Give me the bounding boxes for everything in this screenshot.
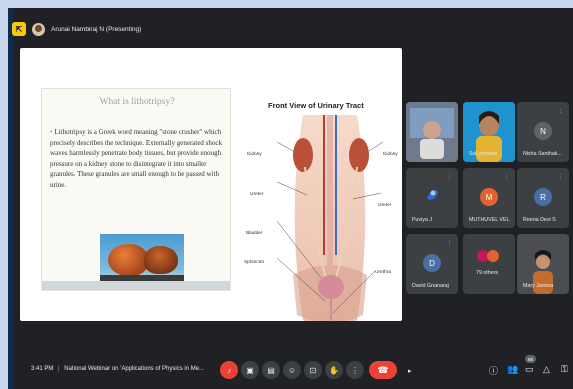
urinary-tract-diagram <box>276 115 384 321</box>
participant-count-badge: 88 <box>525 355 536 363</box>
present-button[interactable]: ⊡ <box>304 361 322 379</box>
cursor-icon: ▸ <box>408 368 412 375</box>
avatar: R <box>534 188 552 206</box>
participant-name: Ssk physics <box>469 151 497 157</box>
rock-image <box>100 234 184 284</box>
presenter-bar: ⇱ Arunai Nambiraj N (Presenting) <box>12 20 141 38</box>
diagram-title: Front View of Urinary Tract <box>268 101 364 110</box>
more-options-button[interactable]: ⋮ <box>346 361 364 379</box>
others-tile[interactable]: 79 others <box>463 234 515 294</box>
mic-off-icon: ⋮ <box>558 108 563 114</box>
label-kidney-left: Kidney <box>247 152 262 157</box>
participant-name: Mary Jamina <box>523 283 554 289</box>
participant-tile[interactable]: Mary Jamina <box>517 234 569 294</box>
meeting-info: 3:41 PM | National Webinar on 'Applicati… <box>31 366 204 372</box>
participant-name: Reena Devi S <box>523 217 556 223</box>
participant-tile[interactable]: R ⋮ Reena Devi S <box>517 168 569 228</box>
slide-body: • Lithotripsy is a Greek word meaning "st… <box>50 127 226 190</box>
info-icon[interactable]: ⓘ <box>489 364 498 377</box>
participant-name: Nisha Santhak... <box>523 151 562 157</box>
label-urethra: Urethra <box>375 270 391 275</box>
slide-title: What is lithotripsy? <box>99 97 175 107</box>
camera-button[interactable]: ▣ <box>241 361 259 379</box>
bullet-icon: • <box>50 128 53 136</box>
rock-shape <box>144 246 178 274</box>
avatar: D <box>423 254 441 272</box>
mic-off-icon: ⋮ <box>558 174 563 180</box>
lock-icon[interactable]: ⚿ <box>561 364 568 375</box>
participant-tile[interactable]: D ⋮ David Gnanaraj <box>406 234 458 294</box>
chat-icon[interactable]: ▭ <box>525 364 534 375</box>
meeting-title: National Webinar on 'Applications of Phy… <box>64 366 205 372</box>
avatar <box>421 184 443 206</box>
emoji-button[interactable]: ☺ <box>283 361 301 379</box>
hang-up-button[interactable]: ☎ <box>369 361 397 379</box>
avatar: N <box>534 122 552 140</box>
activities-icon[interactable]: △ <box>543 364 550 375</box>
mic-off-button[interactable]: ♪ <box>220 361 238 379</box>
rock-shape <box>108 244 148 276</box>
captions-button[interactable]: ▤ <box>262 361 280 379</box>
label-bladder: Bladder <box>246 231 263 236</box>
presenter-avatar <box>32 22 45 36</box>
participant-tile[interactable]: N ⋮ Nisha Santhak... <box>517 102 569 162</box>
label-ureter-right: Ureter <box>378 203 392 208</box>
participant-name: David Gnanaraj <box>412 283 449 289</box>
mic-off-icon: ⋮ <box>447 240 452 246</box>
avatar: M <box>480 188 498 206</box>
participant-tile[interactable]: Ssk physics <box>463 102 515 162</box>
others-count: 79 others <box>476 270 499 276</box>
raise-hand-button[interactable]: ✋ <box>325 361 343 379</box>
video-feed-image <box>406 102 458 162</box>
avatar <box>487 250 499 262</box>
presenter-name: Arunai Nambiraj N (Presenting) <box>51 25 142 33</box>
mic-off-icon: ⋮ <box>447 174 452 180</box>
separator: | <box>58 366 60 372</box>
slide-footer-stripe <box>42 281 230 290</box>
participant-tile[interactable]: M ⋮ MUTHUVEL VEL <box>463 168 515 228</box>
present-icon[interactable]: ⇱ <box>12 22 26 36</box>
clock-time: 3:41 PM <box>31 366 54 372</box>
slide-text-panel: What is lithotripsy? • Lithotripsy is a G… <box>41 88 231 291</box>
participant-tile[interactable] <box>406 102 458 162</box>
people-icon[interactable]: 👥 <box>507 364 518 375</box>
participant-name: Puviya J <box>412 217 433 223</box>
label-ureter-left: Ureter <box>250 192 264 197</box>
slide-body-text: Lithotripsy is a Greek word meaning "sto… <box>50 128 223 189</box>
label-sphincter: Sphincter <box>244 260 265 265</box>
presentation-slide: What is lithotripsy? • Lithotripsy is a G… <box>20 48 402 321</box>
participant-name: MUTHUVEL VEL <box>469 217 510 223</box>
mic-off-icon: ⋮ <box>504 174 509 180</box>
label-kidney-right: Kidney <box>383 152 398 157</box>
participant-tile[interactable]: ⋮ Puviya J <box>406 168 458 228</box>
bottom-bar: 3:41 PM | National Webinar on 'Applicati… <box>13 355 573 380</box>
